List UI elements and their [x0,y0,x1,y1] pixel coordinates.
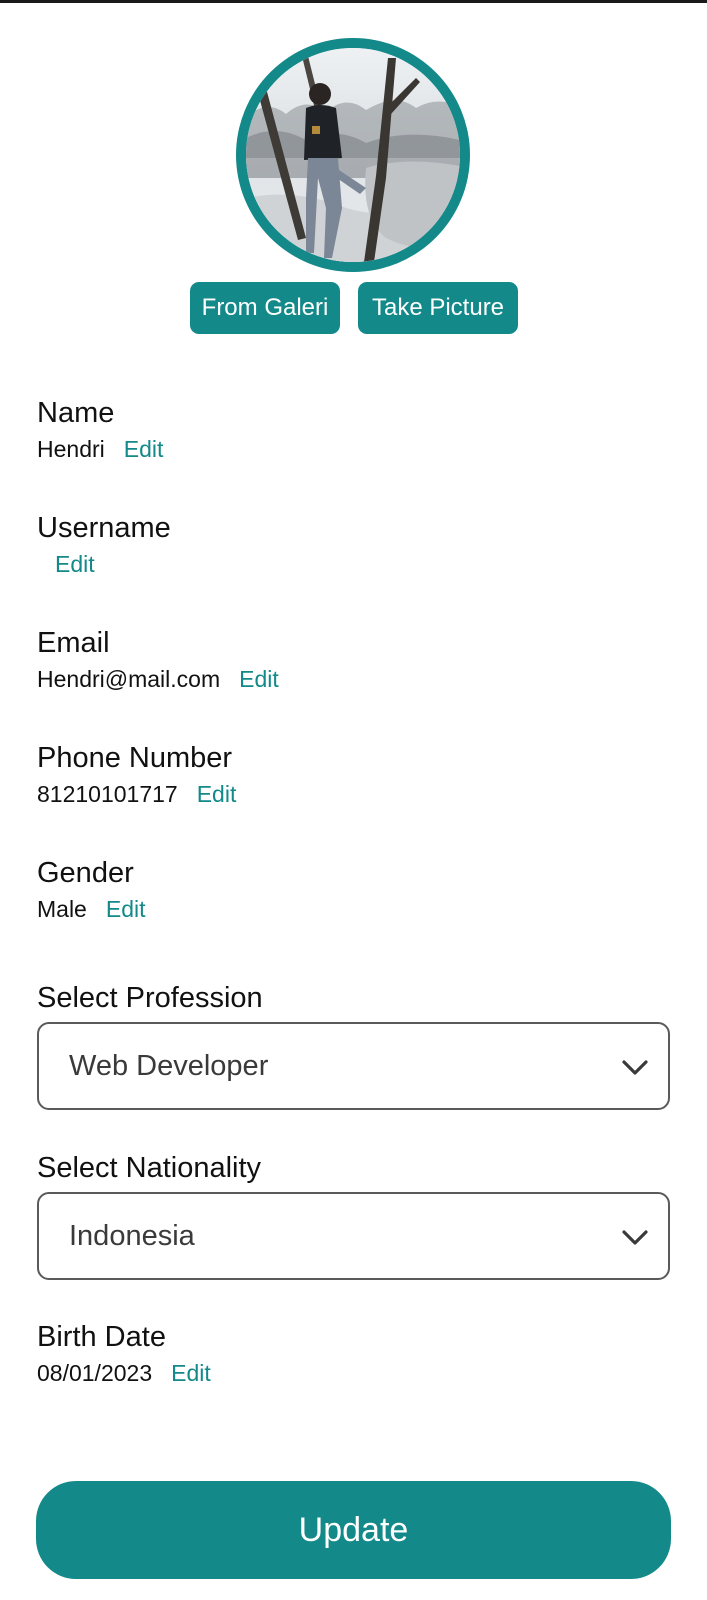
phone-label: Phone Number [37,742,233,774]
edit-phone-link[interactable]: Edit [197,779,237,809]
profession-selected-value: Web Developer [69,1050,269,1082]
nationality-select-label: Select Nationality [37,1152,262,1184]
edit-email-link[interactable]: Edit [239,664,279,694]
edit-gender-link[interactable]: Edit [106,894,146,924]
gender-field: Gender Male Edit [37,856,146,924]
update-button[interactable]: Update [36,1481,671,1579]
email-label: Email [37,627,110,659]
username-label: Username [37,512,171,544]
birth-date-label: Birth Date [37,1321,166,1353]
email-field: Email Hendri@mail.com Edit [37,626,279,694]
from-gallery-button[interactable]: From Galeri [190,282,340,334]
phone-field: Phone Number 81210101717 Edit [37,741,236,809]
email-value: Hendri@mail.com [37,666,221,692]
username-field: Username Edit [37,511,171,579]
phone-value: 81210101717 [37,781,178,807]
edit-username-link[interactable]: Edit [55,549,95,579]
chevron-down-icon [622,1060,648,1075]
gender-value: Male [37,896,87,922]
name-label: Name [37,397,115,429]
profile-photo-image [246,48,460,262]
profile-photo-frame [236,38,470,272]
name-value: Hendri [37,436,105,462]
nationality-selected-value: Indonesia [69,1220,195,1252]
birth-date-value: 08/01/2023 [37,1360,153,1386]
edit-name-link[interactable]: Edit [124,434,164,464]
profession-select[interactable]: Web Developer [37,1022,670,1110]
profile-photo [246,48,460,262]
nationality-select[interactable]: Indonesia [37,1192,670,1280]
edit-birth-date-link[interactable]: Edit [171,1358,211,1388]
take-picture-button[interactable]: Take Picture [358,282,518,334]
birth-date-field: Birth Date 08/01/2023 Edit [37,1320,211,1388]
gender-label: Gender [37,857,134,889]
name-field: Name Hendri Edit [37,396,163,464]
chevron-down-icon [622,1230,648,1245]
profession-select-label: Select Profession [37,982,263,1014]
top-edge-line [0,0,707,3]
